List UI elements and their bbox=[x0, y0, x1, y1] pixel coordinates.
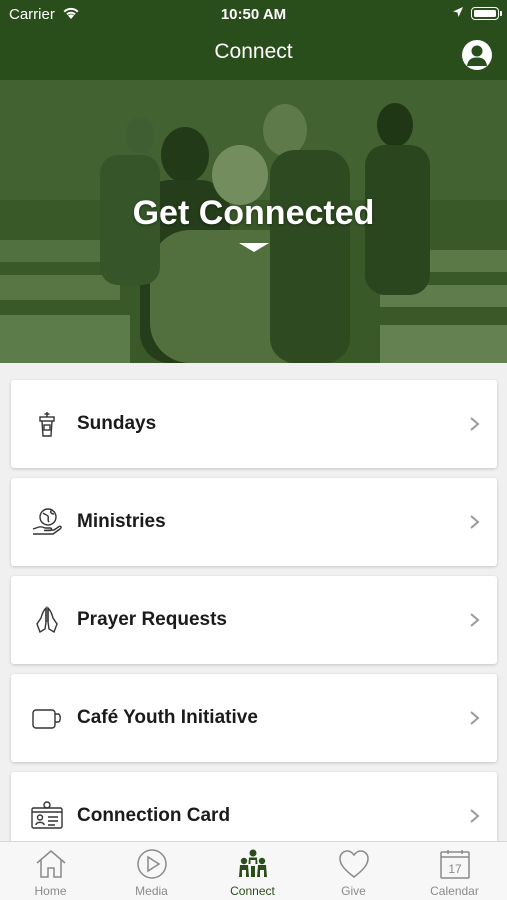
calendar-icon: 17 bbox=[440, 850, 470, 879]
tab-home[interactable]: Home bbox=[0, 842, 101, 900]
list-item-ministries[interactable]: Ministries bbox=[11, 478, 497, 566]
chevron-right-icon bbox=[470, 515, 480, 529]
heart-icon bbox=[339, 850, 369, 878]
tab-calendar[interactable]: 17 Calendar bbox=[404, 842, 505, 900]
tab-connect[interactable]: Connect bbox=[202, 842, 303, 900]
praying-hands-icon bbox=[36, 606, 58, 634]
list-item-label: Café Youth Initiative bbox=[77, 707, 258, 728]
tab-label: Home bbox=[34, 884, 67, 898]
tab-bar: Home Media Connect Give 17 Calendar bbox=[0, 841, 507, 900]
status-bar: Carrier 10:50 AM bbox=[0, 0, 507, 28]
id-card-icon bbox=[31, 801, 63, 829]
hero-banner[interactable]: Get Connected bbox=[0, 80, 507, 363]
list-item-label: Connection Card bbox=[77, 805, 231, 826]
pulpit-icon bbox=[39, 412, 55, 437]
list-item-label: Prayer Requests bbox=[77, 609, 227, 630]
chevron-right-icon bbox=[470, 809, 480, 823]
chevron-right-icon bbox=[470, 613, 480, 627]
home-icon bbox=[36, 850, 66, 878]
caret-down-icon bbox=[239, 243, 269, 252]
battery-icon bbox=[471, 7, 502, 20]
globe-hand-icon bbox=[32, 508, 62, 535]
list-item-label: Ministries bbox=[77, 511, 166, 532]
list-item-sundays[interactable]: Sundays bbox=[11, 380, 497, 468]
play-icon bbox=[137, 849, 167, 879]
coffee-mug-icon bbox=[32, 709, 61, 729]
location-arrow-icon bbox=[453, 7, 463, 17]
clock: 10:50 AM bbox=[220, 6, 287, 23]
list-item-connection-card[interactable]: Connection Card bbox=[11, 772, 497, 841]
tab-label: Connect bbox=[230, 884, 275, 898]
list-item-prayer-requests[interactable]: Prayer Requests bbox=[11, 576, 497, 664]
connect-list: Sundays Ministries Prayer Requests Café … bbox=[0, 363, 507, 841]
list-item-cafe-youth-initiative[interactable]: Café Youth Initiative bbox=[11, 674, 497, 762]
top-bar: Carrier 10:50 AM Connect bbox=[0, 0, 507, 80]
people-icon bbox=[239, 849, 267, 877]
profile-button[interactable] bbox=[462, 40, 492, 70]
page-title: Connect bbox=[214, 40, 293, 63]
hero-title: Get Connected bbox=[132, 194, 375, 232]
tab-give[interactable]: Give bbox=[303, 842, 404, 900]
chevron-right-icon bbox=[470, 711, 480, 725]
tab-media[interactable]: Media bbox=[101, 842, 202, 900]
chevron-right-icon bbox=[470, 417, 480, 431]
tab-label: Calendar bbox=[430, 884, 479, 898]
tab-label: Give bbox=[341, 884, 366, 898]
tab-label: Media bbox=[135, 884, 168, 898]
calendar-day-number: 17 bbox=[448, 862, 462, 876]
user-icon bbox=[467, 45, 487, 66]
list-item-label: Sundays bbox=[77, 413, 157, 434]
